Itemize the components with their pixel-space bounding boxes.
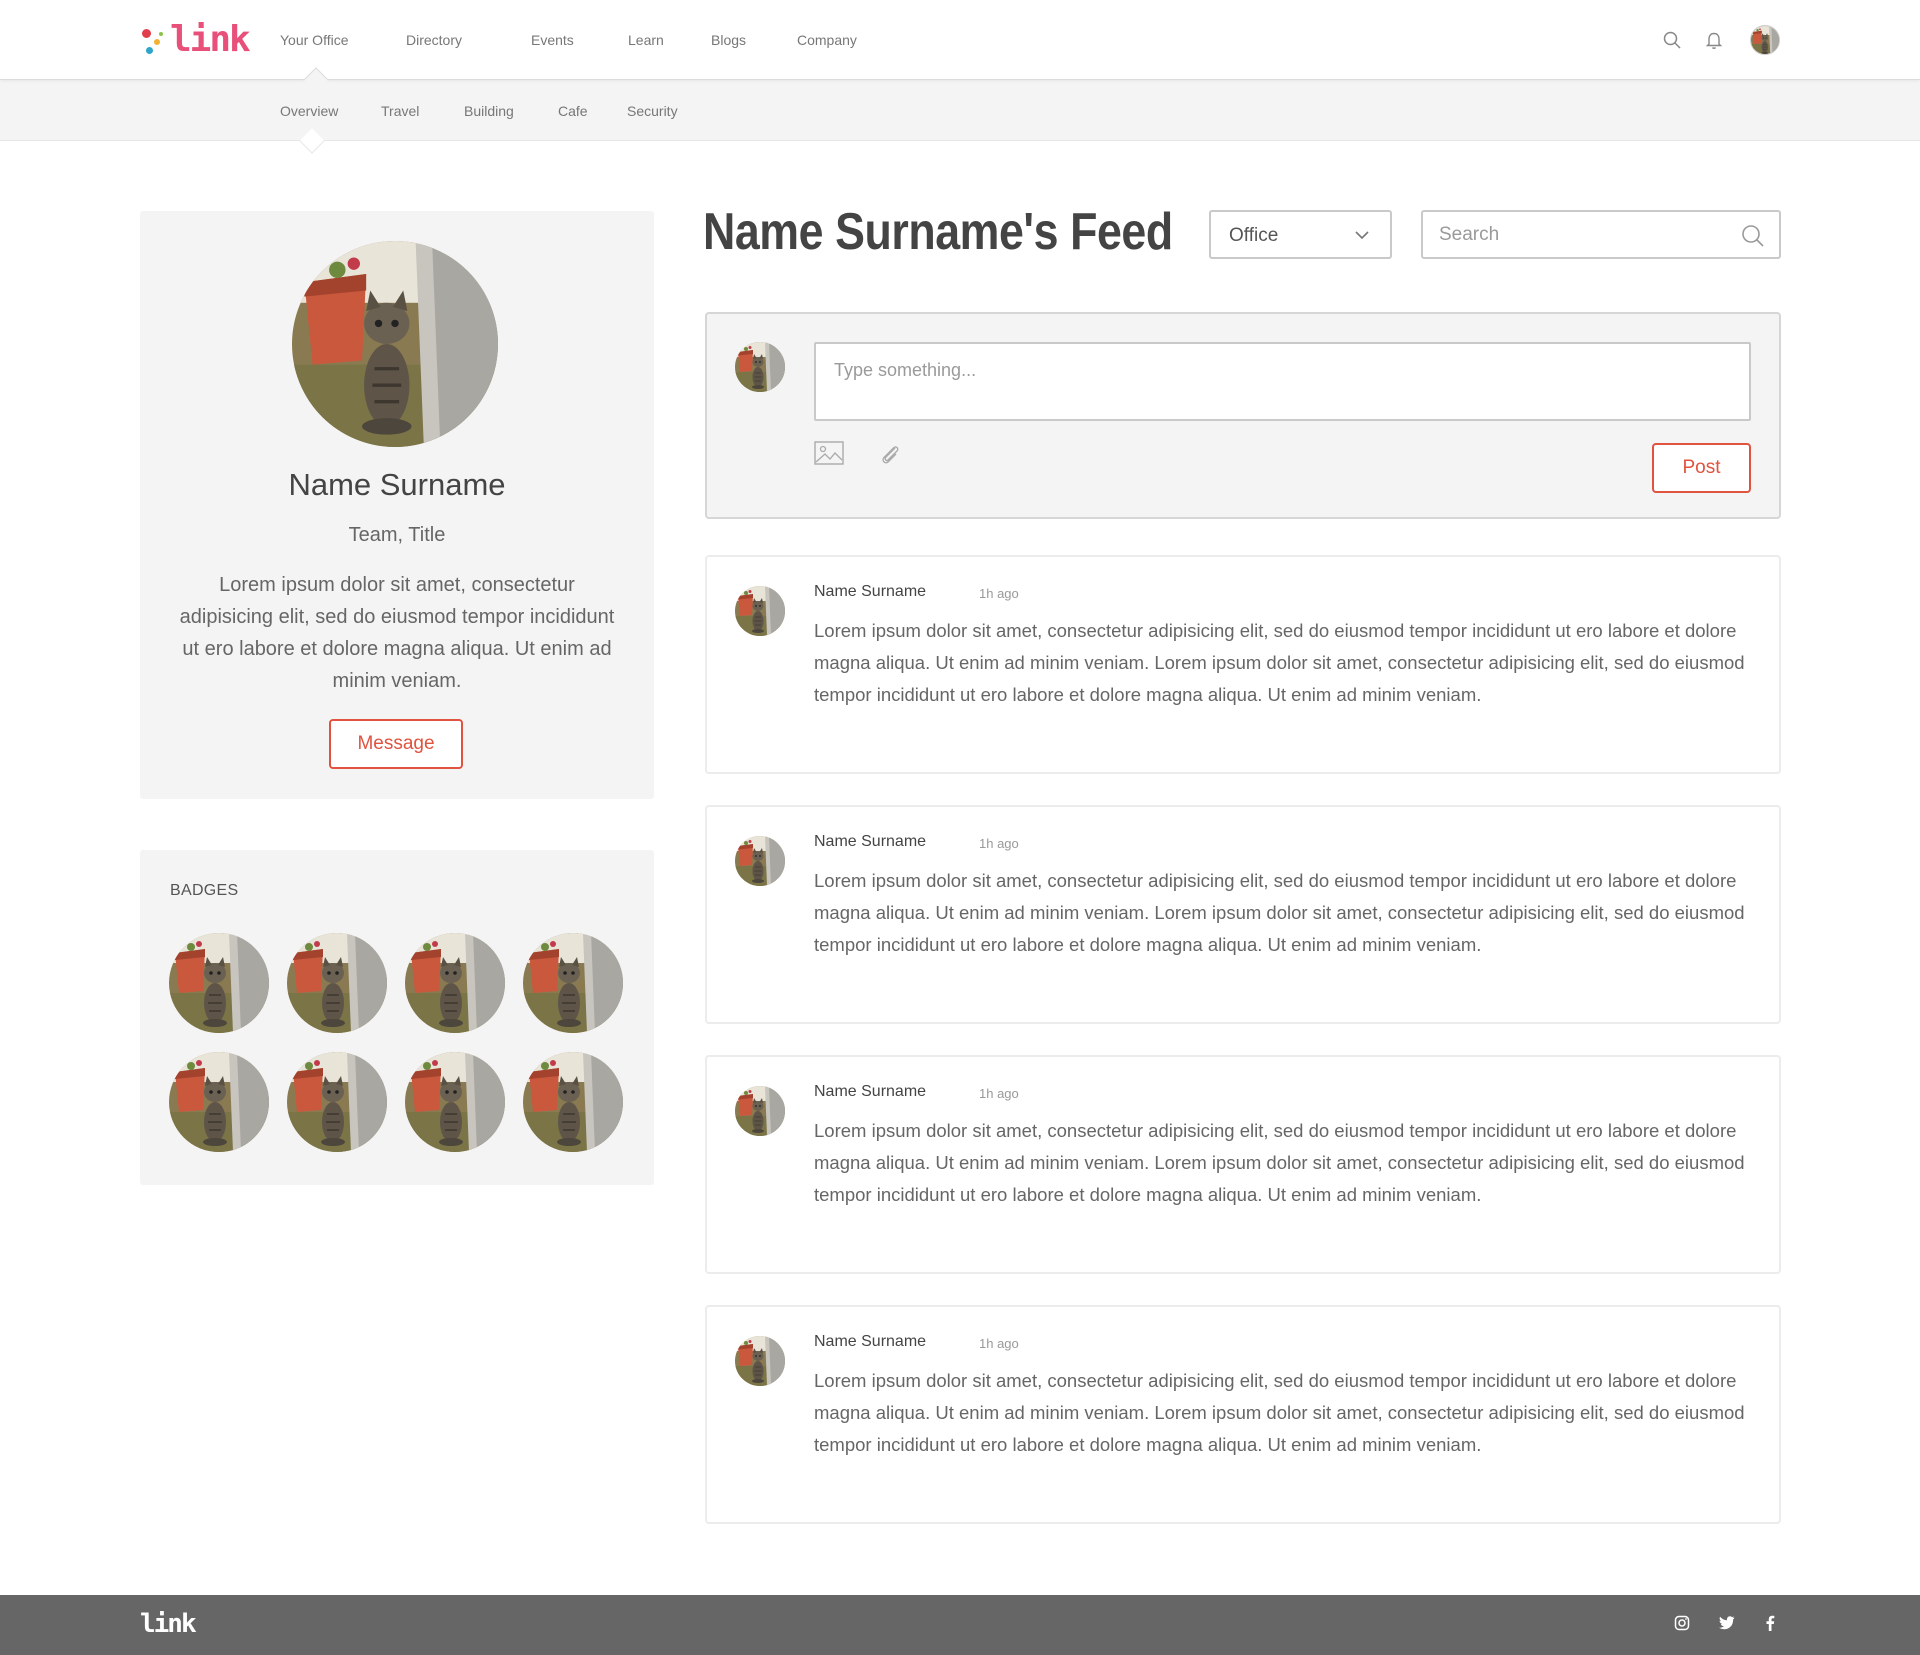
logo-mark <box>140 23 166 57</box>
search-icon[interactable] <box>1741 224 1765 248</box>
paperclip-icon[interactable] <box>879 442 903 466</box>
footer: link <box>0 1595 1920 1655</box>
bell-icon[interactable] <box>1704 30 1724 50</box>
badges-title: BADGES <box>170 882 239 899</box>
post-body: Lorem ipsum dolor sit amet, consectetur … <box>814 620 1745 705</box>
nav-item-events[interactable]: Events <box>531 32 628 48</box>
message-button[interactable]: Message <box>329 719 463 769</box>
nav-item-blogs[interactable]: Blogs <box>711 32 797 48</box>
user-avatar[interactable] <box>1750 25 1780 55</box>
search-input[interactable] <box>1439 222 1739 248</box>
subnav-item-cafe[interactable]: Cafe <box>558 103 627 119</box>
chevron-down-icon <box>1355 231 1369 240</box>
profile-title: Team, Title <box>348 524 446 546</box>
subnav-item-overview[interactable]: Overview <box>280 103 381 119</box>
badge[interactable] <box>405 1052 505 1152</box>
subnav-item-building[interactable]: Building <box>464 103 558 119</box>
nav-item-company[interactable]: Company <box>797 32 857 48</box>
post-timestamp: 1h ago <box>979 1086 1019 1101</box>
badge[interactable] <box>405 933 505 1033</box>
nav-item-directory[interactable]: Directory <box>406 32 531 48</box>
sub-menu: Overview Travel Building Cafe Security <box>280 80 678 141</box>
post-author-avatar[interactable] <box>735 586 785 636</box>
post-button[interactable]: Post <box>1652 443 1751 493</box>
profile-card: Name Surname Team, Title Lorem ipsum dol… <box>140 211 654 799</box>
post-author-name[interactable]: Name Surname <box>814 1083 926 1101</box>
feed-search <box>1421 210 1781 259</box>
badge[interactable] <box>287 933 387 1033</box>
office-filter-value: Office <box>1229 225 1279 246</box>
badge[interactable] <box>169 1052 269 1152</box>
app-logo[interactable]: link <box>140 19 251 60</box>
main-menu: Your Office Directory Events Learn Blogs… <box>280 0 857 80</box>
image-icon[interactable] <box>814 441 844 465</box>
post-author-avatar[interactable] <box>735 836 785 886</box>
post-author-name[interactable]: Name Surname <box>814 1333 926 1351</box>
feed-post: Name Surname 1h ago Lorem ipsum dolor si… <box>705 1055 1781 1274</box>
post-body: Lorem ipsum dolor sit amet, consectetur … <box>814 1120 1745 1205</box>
search-icon[interactable] <box>1662 30 1682 50</box>
subnav-item-travel[interactable]: Travel <box>381 103 464 119</box>
post-timestamp: 1h ago <box>979 1336 1019 1351</box>
post-author-avatar[interactable] <box>735 1086 785 1136</box>
post-author-name[interactable]: Name Surname <box>814 833 926 851</box>
post-composer: Post <box>705 312 1781 519</box>
post-body: Lorem ipsum dolor sit amet, consectetur … <box>814 870 1745 955</box>
profile-photo <box>292 241 498 447</box>
nav-item-learn[interactable]: Learn <box>628 32 711 48</box>
twitter-icon[interactable] <box>1716 1613 1736 1633</box>
facebook-icon[interactable] <box>1760 1613 1780 1633</box>
office-filter-select[interactable]: Office <box>1209 210 1392 259</box>
badge[interactable] <box>287 1052 387 1152</box>
top-actions <box>1662 22 1780 58</box>
instagram-icon[interactable] <box>1672 1613 1692 1633</box>
subnav-item-security[interactable]: Security <box>627 103 678 119</box>
post-author-name[interactable]: Name Surname <box>814 583 926 601</box>
logo-text: link <box>170 19 251 60</box>
profile-bio: Lorem ipsum dolor sit amet, consectetur … <box>179 574 615 692</box>
nav-item-your-office[interactable]: Your Office <box>280 32 406 48</box>
social-links <box>1648 1613 1780 1633</box>
footer-logo[interactable]: link <box>140 1609 197 1639</box>
top-navigation: link Your Office Directory Events Learn … <box>0 0 1920 80</box>
composer-avatar <box>735 342 785 392</box>
feed-post: Name Surname 1h ago Lorem ipsum dolor si… <box>705 555 1781 774</box>
sub-navigation: Overview Travel Building Cafe Security <box>0 80 1920 141</box>
feed-post: Name Surname 1h ago Lorem ipsum dolor si… <box>705 805 1781 1024</box>
post-timestamp: 1h ago <box>979 836 1019 851</box>
post-author-avatar[interactable] <box>735 1336 785 1386</box>
post-timestamp: 1h ago <box>979 586 1019 601</box>
badge[interactable] <box>169 933 269 1033</box>
feed-title: Name Surname's Feed <box>703 203 1173 261</box>
badges-card: BADGES <box>140 850 654 1185</box>
badge[interactable] <box>523 933 623 1033</box>
badge[interactable] <box>523 1052 623 1152</box>
post-body: Lorem ipsum dolor sit amet, consectetur … <box>814 1370 1745 1455</box>
profile-name: Name Surname <box>288 467 506 502</box>
feed-post: Name Surname 1h ago Lorem ipsum dolor si… <box>705 1305 1781 1524</box>
composer-textarea[interactable] <box>814 342 1751 421</box>
